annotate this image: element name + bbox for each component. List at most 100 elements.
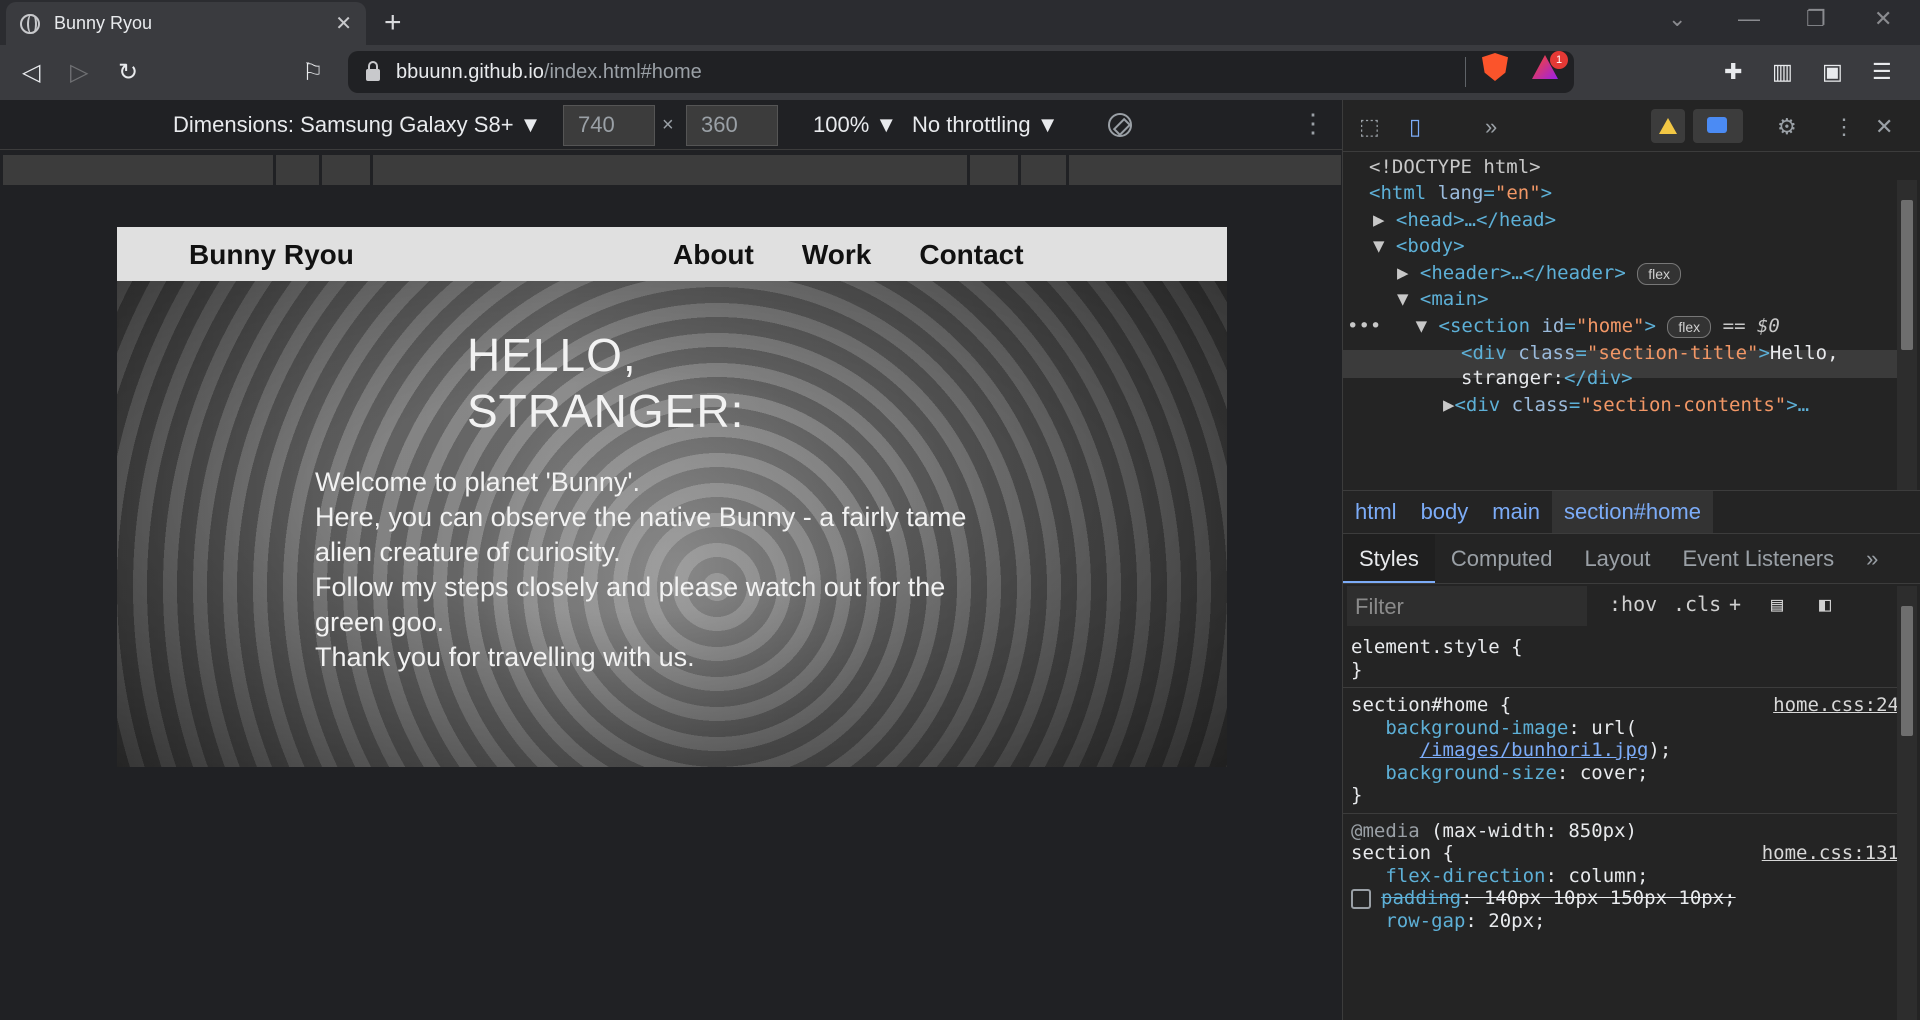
dom-header-node[interactable]: ▶ <header>…</header> flex	[1397, 260, 1682, 287]
wallet-icon[interactable]: ▣	[1822, 59, 1843, 85]
device-width-input[interactable]: 740	[563, 105, 655, 146]
css-value[interactable]: 20px;	[1488, 910, 1545, 932]
tab-styles[interactable]: Styles	[1343, 534, 1435, 583]
extensions-icon[interactable]: ✚	[1724, 59, 1742, 85]
media-query-bar[interactable]	[969, 155, 1019, 185]
site-logo[interactable]: Bunny Ryou	[189, 239, 354, 271]
property-checkbox[interactable]	[1351, 888, 1371, 909]
rotate-icon[interactable]	[1108, 113, 1132, 137]
rule-source-link[interactable]: home.css:24	[1773, 694, 1899, 717]
sidebar-icon[interactable]: ▥	[1772, 59, 1793, 85]
breadcrumb-html[interactable]: html	[1343, 491, 1409, 533]
dom-contents-div-node[interactable]: ▶<div class="section-contents">…	[1443, 392, 1809, 419]
new-rule-icon[interactable]: +	[1729, 592, 1741, 616]
dom-title-div-node[interactable]: <div class="section-title">Hello,	[1461, 340, 1839, 367]
more-options-icon[interactable]: ⋮	[1300, 108, 1326, 139]
div-open-tag: <div	[1454, 394, 1501, 416]
browser-tab[interactable]: Bunny Ryou ✕	[6, 2, 366, 45]
minimize-icon[interactable]: —	[1738, 6, 1760, 32]
toggle-sidebar-icon[interactable]: ◧	[1819, 592, 1831, 616]
dom-doctype[interactable]: <!DOCTYPE html>	[1369, 154, 1541, 181]
media-query-bar[interactable]	[321, 155, 371, 185]
dom-section-node[interactable]: ••• ▼ <section id="home"> flex == $0	[1347, 313, 1780, 340]
elements-scrollbar[interactable]	[1897, 180, 1917, 490]
body-tag: <body>	[1395, 235, 1465, 257]
collapsed-ellipsis: >…	[1786, 394, 1810, 416]
paint-icon[interactable]: ▤	[1771, 592, 1783, 616]
css-value[interactable]: column;	[1568, 865, 1648, 887]
css-property[interactable]: background-image	[1385, 717, 1568, 739]
css-property[interactable]: row-gap	[1385, 910, 1465, 932]
more-panels-icon[interactable]: »	[1485, 114, 1497, 140]
flex-badge[interactable]: flex	[1637, 262, 1682, 285]
tab-search-icon[interactable]: ⌄	[1668, 6, 1686, 32]
menu-icon[interactable]: ☰	[1872, 59, 1892, 85]
dom-head-node[interactable]: ▶ <head>…</head>	[1373, 207, 1556, 234]
nav-work-link[interactable]: Work	[802, 239, 872, 271]
devtools-close-icon[interactable]: ✕	[1875, 114, 1893, 140]
rule-close-brace: }	[1351, 784, 1363, 806]
tab-layout[interactable]: Layout	[1568, 534, 1666, 583]
tab-computed[interactable]: Computed	[1435, 534, 1569, 583]
lock-icon[interactable]	[366, 61, 380, 81]
section-media-rule[interactable]: @media (max-width: 850px) section {home.…	[1343, 814, 1903, 939]
element-style-rule[interactable]: element.style { }	[1343, 630, 1903, 688]
css-value[interactable]: cover;	[1580, 762, 1649, 784]
bookmark-icon[interactable]: ⚐	[302, 58, 324, 87]
dom-html-node[interactable]: <html lang="en">	[1369, 180, 1552, 207]
css-property[interactable]: background-size	[1385, 762, 1557, 784]
device-height-input[interactable]: 360	[686, 105, 778, 146]
nav-about-link[interactable]: About	[673, 239, 754, 271]
media-keyword: @media	[1351, 819, 1420, 842]
css-value-disabled[interactable]: 140px 10px 150px 10px;	[1484, 887, 1736, 909]
css-property-disabled[interactable]: padding	[1381, 887, 1461, 909]
new-tab-button[interactable]: +	[384, 6, 402, 40]
zoom-dropdown[interactable]: 100% ▼	[813, 112, 897, 138]
forward-icon[interactable]: ▷	[70, 58, 88, 87]
device-dimensions-dropdown[interactable]: Dimensions: Samsung Galaxy S8+ ▼	[173, 112, 541, 138]
tab-close-button[interactable]: ✕	[335, 11, 352, 36]
breadcrumb-body[interactable]: body	[1409, 491, 1481, 533]
styles-scrollbar[interactable]	[1897, 586, 1917, 1020]
media-query-bar[interactable]	[373, 155, 967, 185]
nav-contact-link[interactable]: Contact	[919, 239, 1023, 271]
dom-body-node[interactable]: ▼ <body>	[1373, 233, 1465, 260]
styles-filter-input[interactable]: Filter	[1347, 586, 1587, 626]
title-text: Hello,	[1769, 342, 1839, 364]
address-bar[interactable]: bbuunn.github.io /index.html#home	[348, 51, 1574, 93]
tab-event-listeners[interactable]: Event Listeners	[1667, 534, 1851, 583]
throttling-dropdown[interactable]: No throttling ▼	[912, 112, 1059, 138]
css-value[interactable]: url(	[1591, 717, 1637, 739]
close-window-icon[interactable]: ✕	[1874, 6, 1892, 32]
hov-button[interactable]: :hov	[1609, 592, 1657, 616]
device-toggle-icon[interactable]: ▯	[1409, 114, 1421, 140]
media-query-bar[interactable]	[3, 155, 273, 185]
media-query-bar[interactable]	[1069, 155, 1341, 185]
rule-source-link[interactable]: home.css:131	[1762, 842, 1899, 865]
inspect-element-icon[interactable]: ⬚	[1359, 114, 1380, 140]
restore-icon[interactable]: ❐	[1806, 6, 1826, 32]
breadcrumb-section[interactable]: section#home	[1551, 491, 1713, 533]
flex-badge[interactable]: flex	[1667, 315, 1712, 338]
css-property[interactable]: flex-direction	[1385, 865, 1545, 887]
elements-scrollbar-thumb[interactable]	[1901, 200, 1913, 350]
warning-icon[interactable]	[1651, 109, 1685, 143]
dom-title-div-text[interactable]: stranger:</div>	[1461, 365, 1633, 392]
media-query-bar[interactable]	[275, 155, 319, 185]
media-query-bar[interactable]	[1021, 155, 1067, 185]
dom-main-node[interactable]: ▼ <main>	[1397, 286, 1489, 313]
cls-button[interactable]: .cls	[1673, 592, 1721, 616]
section-home-rule[interactable]: section#home {home.css:24 background-ima…	[1343, 688, 1903, 814]
head-tag: <head>…</head>	[1395, 209, 1557, 231]
breadcrumb-main[interactable]: main	[1480, 491, 1552, 533]
reload-icon[interactable]: ↻	[118, 58, 138, 87]
back-icon[interactable]: ◁	[22, 58, 40, 87]
selected-marker: == $0	[1722, 315, 1780, 337]
class-attr: class	[1518, 342, 1576, 364]
issues-icon[interactable]	[1693, 109, 1743, 143]
settings-gear-icon[interactable]: ⚙	[1777, 114, 1797, 140]
more-tabs-icon[interactable]: »	[1850, 534, 1894, 583]
css-url-link[interactable]: /images/bunhori1.jpg	[1420, 739, 1649, 761]
styles-scrollbar-thumb[interactable]	[1901, 606, 1913, 736]
devtools-more-icon[interactable]: ⋮	[1833, 114, 1855, 140]
